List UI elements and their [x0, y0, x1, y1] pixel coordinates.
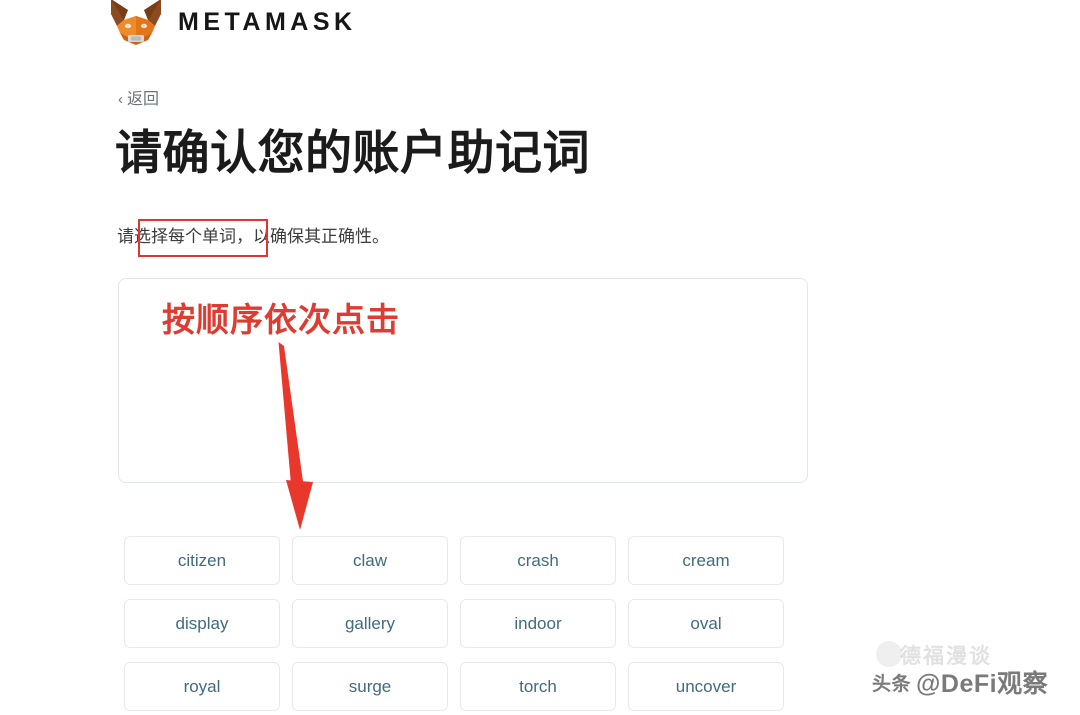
- word-chip[interactable]: display: [124, 599, 280, 648]
- word-chip[interactable]: uncover: [628, 662, 784, 711]
- page-title: 请确认您的账户助记词: [115, 126, 590, 179]
- word-chip[interactable]: crash: [460, 536, 616, 585]
- word-chip[interactable]: claw: [292, 536, 448, 585]
- back-link-label: 返回: [127, 91, 160, 108]
- brand-header: METAMASK: [108, 0, 357, 48]
- word-bank-grid: citizen claw crash cream display gallery…: [124, 536, 784, 711]
- brand-name: METAMASK: [178, 7, 357, 36]
- annotation-callout-text: 按顺序依次点击: [162, 301, 400, 338]
- metamask-fox-icon: [111, 0, 161, 45]
- chevron-left-icon: ‹: [118, 90, 123, 108]
- word-chip[interactable]: indoor: [460, 599, 616, 648]
- back-link[interactable]: ‹ 返回: [118, 92, 159, 108]
- word-chip[interactable]: citizen: [124, 536, 280, 585]
- word-chip[interactable]: torch: [460, 662, 616, 711]
- watermark-handle-text: @DeFi观察: [916, 670, 1049, 698]
- annotation-highlight-box: [138, 219, 268, 257]
- watermark-prefix: 头条: [872, 673, 912, 695]
- watermark-faded-text: 德福漫谈: [900, 645, 992, 668]
- watermark-avatar: [876, 641, 902, 667]
- word-chip[interactable]: royal: [124, 662, 280, 711]
- watermark-handle: 头条 @DeFi观察: [872, 664, 1048, 700]
- word-chip[interactable]: gallery: [292, 599, 448, 648]
- word-chip[interactable]: oval: [628, 599, 784, 648]
- word-chip[interactable]: surge: [292, 662, 448, 711]
- word-chip[interactable]: cream: [628, 536, 784, 585]
